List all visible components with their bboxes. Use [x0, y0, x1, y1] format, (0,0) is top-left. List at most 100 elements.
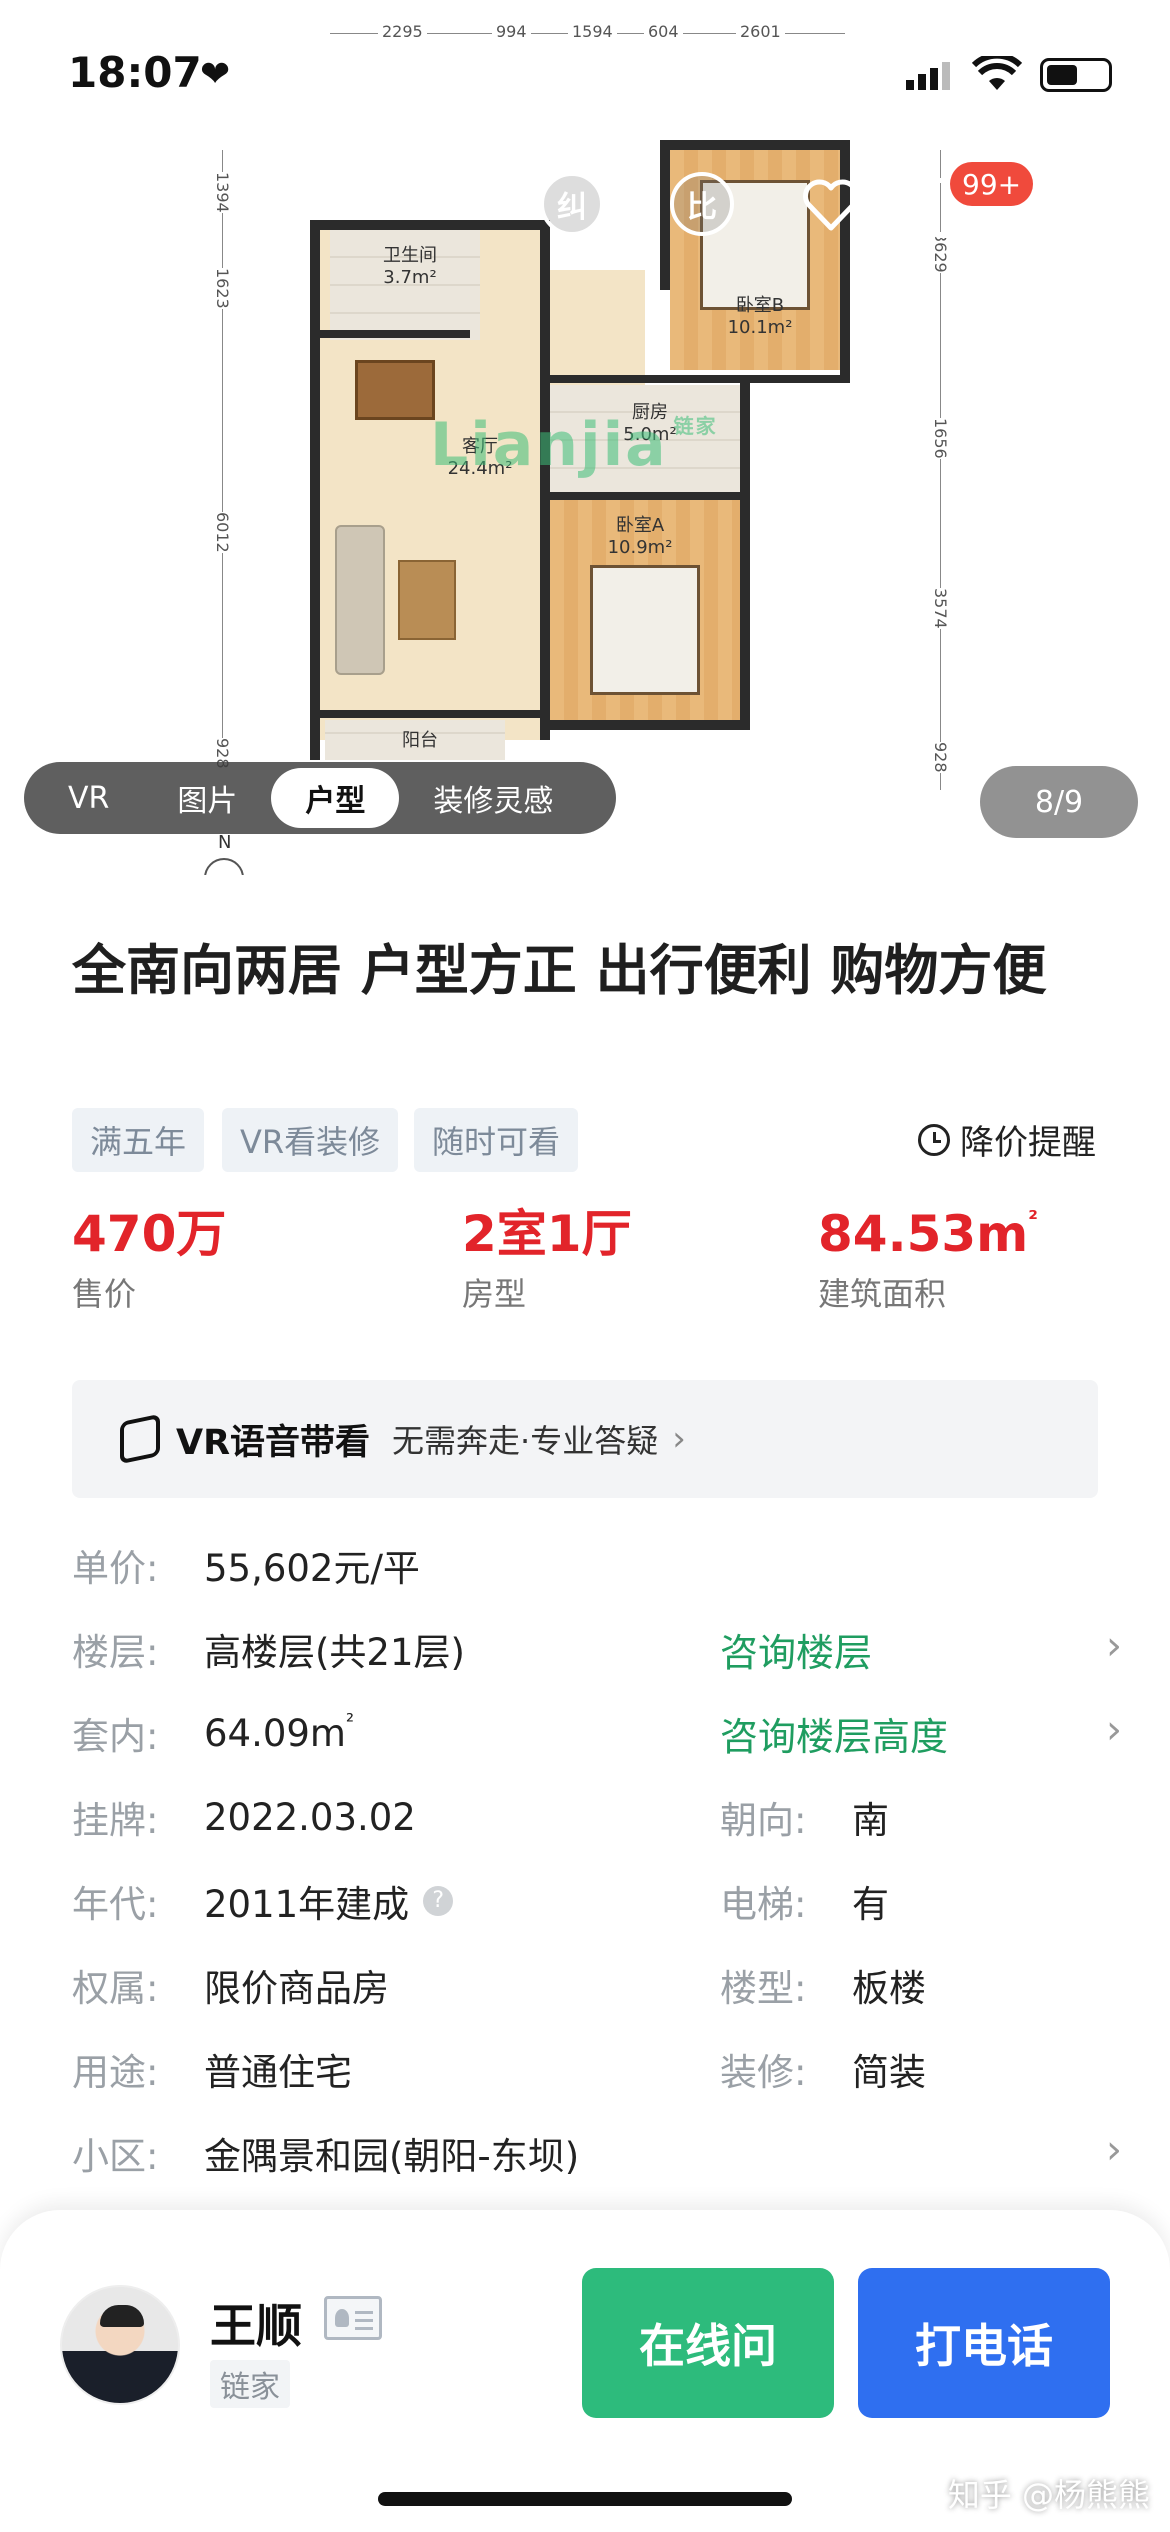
orientation-label: 朝向:	[720, 1799, 807, 1842]
favorite-heart-icon-svg	[803, 179, 859, 231]
wall	[540, 220, 550, 380]
elevator-value: 有	[852, 1883, 889, 1926]
bedroom-a-area: 10.9m²	[607, 537, 673, 558]
listing-details: 全南向两居 户型方正 出行便利 购物方便 满五年 VR看装修 随时可看 降价提醒…	[24, 875, 1146, 2275]
dimension-top-4: 604	[644, 22, 683, 41]
info-floor: 楼层: 高楼层(共21层)	[72, 1619, 465, 1679]
year-value: 2011年建成	[204, 1883, 410, 1926]
room-living-entry	[550, 270, 645, 390]
wall	[660, 140, 850, 150]
wall	[540, 720, 750, 730]
price-drop-alert[interactable]: 降价提醒	[918, 1115, 1096, 1164]
home-indicator[interactable]	[378, 2492, 792, 2506]
label-bedroom-a: 卧室A 10.9m²	[590, 515, 690, 559]
dimension-right-2: 1656	[931, 418, 950, 459]
chevron-right-icon: ›	[672, 1419, 686, 1459]
building-type-label: 楼型:	[720, 1967, 807, 2010]
tab-photos[interactable]: 图片	[143, 768, 271, 828]
share-icon-svg	[1067, 173, 1113, 233]
inner-area-unit-sup: ²	[345, 1709, 354, 1733]
stat-area: 84.53m² 建筑面积	[818, 1205, 1038, 1315]
info-orientation: 朝向: 南	[720, 1787, 889, 1847]
chat-online-button[interactable]: 在线问	[582, 2268, 834, 2418]
dimension-top-2: 994	[492, 22, 531, 41]
usage-label: 用途:	[72, 2051, 159, 2094]
battery-level	[1047, 65, 1077, 85]
community-label: 小区:	[72, 2135, 159, 2178]
tag-anytime-viewing: 随时可看	[414, 1108, 579, 1172]
ownership-value: 限价商品房	[204, 1967, 389, 2010]
bathroom-area: 3.7m²	[383, 267, 437, 288]
back-icon[interactable]	[48, 178, 108, 238]
dimension-left-1: 1394	[213, 172, 232, 213]
consult-floor-link[interactable]: 咨询楼层	[720, 1619, 872, 1679]
unit-price-value: 55,602元/平	[204, 1547, 420, 1590]
vr-title: VR语音带看	[176, 1422, 371, 1463]
signal-icon-svg	[906, 62, 950, 90]
wall	[310, 220, 320, 760]
area-value-wrap: 84.53m²	[818, 1205, 1038, 1263]
tab-vr[interactable]: VR	[34, 768, 143, 828]
sofa	[335, 525, 385, 675]
info-community[interactable]: 小区: 金隅景和园(朝阳-东坝)	[72, 2123, 579, 2183]
decoration-value: 简装	[852, 2051, 926, 2094]
share-icon[interactable]	[1060, 170, 1120, 240]
inner-area-value: 64.09m	[204, 1711, 346, 1755]
business-card-icon[interactable]	[324, 2296, 382, 2340]
bedroom-b-area: 10.1m²	[727, 317, 793, 338]
call-button[interactable]: 打电话	[858, 2268, 1110, 2418]
message-badge: 99+	[950, 162, 1034, 206]
area-unit-sup: ²	[1028, 1207, 1038, 1232]
vr-icon	[120, 1413, 160, 1465]
wall	[540, 492, 750, 500]
layout-label: 房型	[462, 1275, 527, 1313]
label-bedroom-b: 卧室B 10.1m²	[710, 295, 810, 339]
help-icon[interactable]: ?	[423, 1886, 454, 1916]
plan-watermark-brand: 链家	[673, 414, 718, 438]
unit-price-label: 单价:	[72, 1547, 159, 1590]
compass-label: N	[218, 832, 232, 853]
info-decoration: 装修: 简装	[720, 2039, 926, 2099]
floor-plan-viewer[interactable]: 2295 994 1594 604 2601 1394 1623 6012 92…	[0, 0, 1170, 880]
inner-area-label: 套内:	[72, 1715, 159, 1758]
tab-floorplan[interactable]: 户型	[271, 768, 400, 828]
zhihu-watermark: 知乎 @杨熊熊	[947, 2476, 1150, 2514]
agent-name[interactable]: 王顺	[210, 2290, 302, 2356]
vr-subtitle: 无需奔走·专业答疑	[392, 1422, 659, 1460]
wall	[320, 330, 470, 338]
vr-guided-tour-bar[interactable]: VR语音带看 无需奔走·专业答疑 ›	[72, 1380, 1098, 1498]
price-value: 470万	[72, 1205, 227, 1263]
info-elevator: 电梯: 有	[720, 1871, 889, 1931]
building-type-value: 板楼	[852, 1967, 926, 2010]
label-balcony: 阳台	[402, 730, 438, 751]
favorite-heart-icon[interactable]	[800, 176, 862, 236]
tag-vr-decor: VR看装修	[222, 1108, 399, 1172]
wall	[310, 710, 540, 718]
area-label: 建筑面积	[818, 1275, 947, 1313]
stat-layout: 2室1厅 房型	[462, 1205, 632, 1315]
compare-label: 比	[687, 190, 717, 225]
usage-value: 普通住宅	[204, 2051, 352, 2094]
info-unit-price: 单价: 55,602元/平	[72, 1535, 420, 1595]
media-tabs: VR 图片 户型 装修灵感	[24, 762, 616, 834]
dimension-top-1: 2295	[378, 22, 427, 41]
chevron-right-icon[interactable]: ›	[1106, 1707, 1122, 1753]
info-inner-area: 套内: 64.09m ²	[72, 1703, 354, 1763]
ownership-label: 权属:	[72, 1967, 159, 2010]
dimension-right-4: 928	[931, 742, 950, 773]
chevron-right-icon[interactable]: ›	[1106, 2127, 1122, 2173]
floor-label: 楼层:	[72, 1631, 159, 1674]
bathroom-name: 卫生间	[383, 245, 437, 266]
bed-a	[590, 565, 700, 695]
floor-value: 高楼层(共21层)	[204, 1631, 465, 1674]
chevron-right-icon[interactable]: ›	[1106, 1623, 1122, 1669]
consult-floor-height-link[interactable]: 咨询楼层高度	[720, 1703, 948, 1763]
plan-watermark: Lianjia 链家	[430, 410, 718, 480]
tab-decor-ideas[interactable]: 装修灵感	[399, 768, 587, 828]
bedroom-a-name: 卧室A	[615, 515, 665, 536]
signal-icon	[906, 62, 950, 90]
avatar[interactable]	[60, 2285, 180, 2405]
report-error-icon[interactable]: 纠	[540, 172, 604, 236]
label-bathroom: 卫生间 3.7m²	[360, 245, 460, 289]
compare-icon[interactable]: 比	[670, 172, 734, 236]
